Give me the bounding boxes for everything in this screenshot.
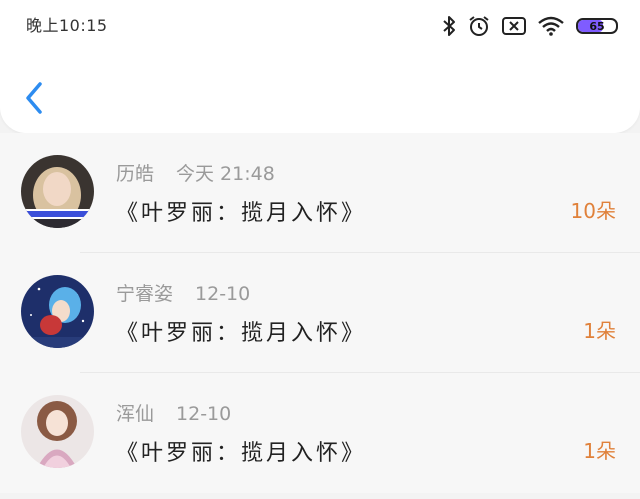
book-title: 《叶罗丽：揽月入怀》 xyxy=(116,441,367,466)
status-icons: 65 xyxy=(442,14,618,38)
battery-indicator: 65 xyxy=(576,18,618,34)
back-button[interactable] xyxy=(20,80,50,116)
sender-line: 宁睿姿 12-10 xyxy=(116,279,250,306)
list-item[interactable]: 宁睿姿 12-10 《叶罗丽：揽月入怀》 1朵 xyxy=(0,253,640,373)
sender-name: 历皓 xyxy=(116,163,155,185)
chevron-left-icon xyxy=(26,82,42,114)
avatar[interactable] xyxy=(21,275,94,348)
alarm-icon xyxy=(468,15,490,37)
book-title: 《叶罗丽：揽月入怀》 xyxy=(116,201,367,226)
gift-time: 今天 21:48 xyxy=(176,163,275,185)
gift-count: 1朵 xyxy=(583,319,616,343)
sender-name: 浑仙 xyxy=(116,403,155,425)
sender-line: 浑仙 12-10 xyxy=(116,399,231,426)
list-item[interactable]: 浑仙 12-10 《叶罗丽：揽月入怀》 1朵 xyxy=(0,373,640,493)
sender-line: 历皓 今天 21:48 xyxy=(116,159,275,186)
sender-name: 宁睿姿 xyxy=(116,283,174,305)
avatar[interactable] xyxy=(21,155,94,228)
bluetooth-icon xyxy=(442,15,456,37)
battery-percent: 65 xyxy=(589,20,605,33)
avatar[interactable] xyxy=(21,395,94,468)
wifi-icon xyxy=(538,16,564,36)
no-sim-icon xyxy=(502,16,526,36)
gift-time: 12-10 xyxy=(176,403,232,425)
list-item[interactable]: 历皓 今天 21:48 《叶罗丽：揽月入怀》 10朵 xyxy=(0,133,640,253)
book-title: 《叶罗丽：揽月入怀》 xyxy=(116,321,367,346)
top-bar: 晚上10:15 65 xyxy=(0,0,640,133)
gift-time: 12-10 xyxy=(195,283,251,305)
status-time: 晚上10:15 xyxy=(26,16,108,35)
gift-list: 历皓 今天 21:48 《叶罗丽：揽月入怀》 10朵 宁睿姿 12-10 《叶罗丽：… xyxy=(0,133,640,493)
gift-count: 10朵 xyxy=(570,199,616,223)
gift-count: 1朵 xyxy=(583,439,616,463)
